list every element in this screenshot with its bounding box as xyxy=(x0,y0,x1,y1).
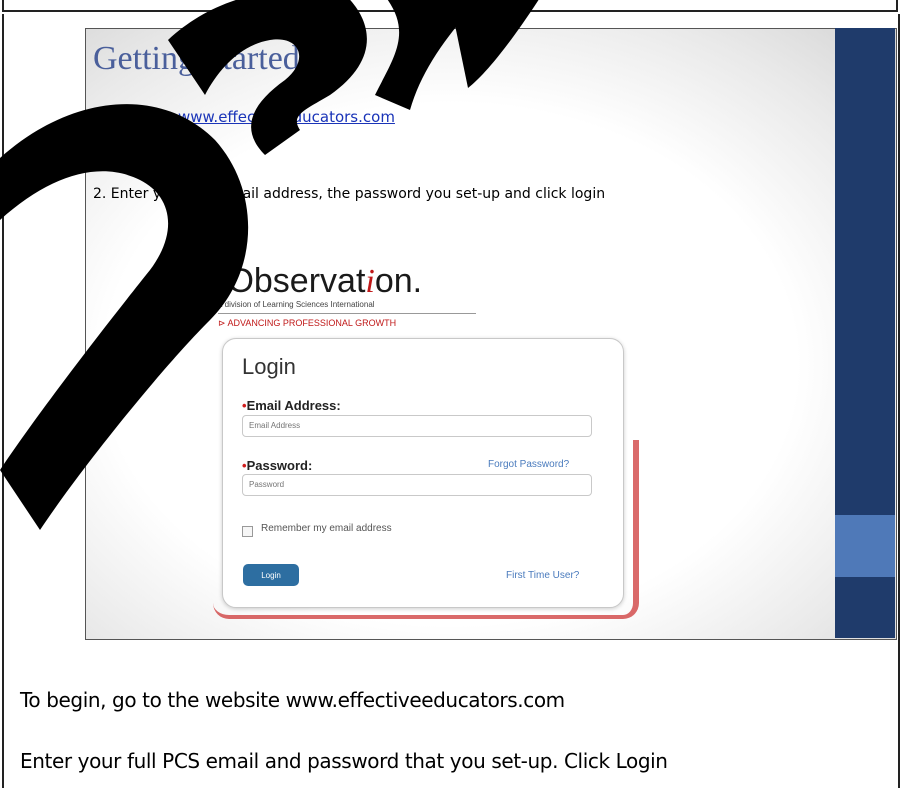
password-field[interactable] xyxy=(242,474,592,496)
step-1-number: 1. xyxy=(93,108,110,126)
step-1-link[interactable]: www.effectiveeducators.com xyxy=(178,108,395,126)
slide-title: Getting Started xyxy=(93,40,300,77)
instruction-line-1: To begin, go to the website www.effectiv… xyxy=(20,688,565,712)
first-time-user-link[interactable]: First Time User? xyxy=(506,570,579,581)
forgot-password-link[interactable]: Forgot Password? xyxy=(488,459,569,470)
login-button[interactable]: Login xyxy=(243,564,299,586)
logo-subtagline-text: ADVANCING PROFESSIONAL GROWTH xyxy=(227,318,397,328)
instruction-line-2: Enter your full PCS email and password t… xyxy=(20,749,668,773)
logo-i2: i xyxy=(365,263,375,300)
logo-subtagline: ⊳ ADVANCING PROFESSIONAL GROWTH xyxy=(218,318,396,329)
logo-on: on. xyxy=(374,262,423,300)
email-label: •Email Address: xyxy=(242,398,341,413)
logo-obs: Observat xyxy=(227,262,366,300)
remember-checkbox[interactable] xyxy=(242,526,253,537)
email-label-text: Email Address: xyxy=(246,398,341,413)
logo-tagline: a division of Learning Sciences Internat… xyxy=(218,300,375,309)
logo-divider xyxy=(218,313,476,314)
login-title: Login xyxy=(242,354,296,379)
iobservation-logo: iObservation. xyxy=(218,262,422,301)
top-border-box xyxy=(2,0,898,12)
slide-sidebar-accent xyxy=(835,515,895,577)
arrow-icon: ⊳ xyxy=(218,318,228,328)
remember-label: Remember my email address xyxy=(261,523,392,534)
email-field[interactable] xyxy=(242,415,592,437)
password-label: •Password: xyxy=(242,458,312,473)
step-2-text: 2. Enter your PCS email address, the pas… xyxy=(93,186,606,202)
password-label-text: Password: xyxy=(246,458,313,473)
